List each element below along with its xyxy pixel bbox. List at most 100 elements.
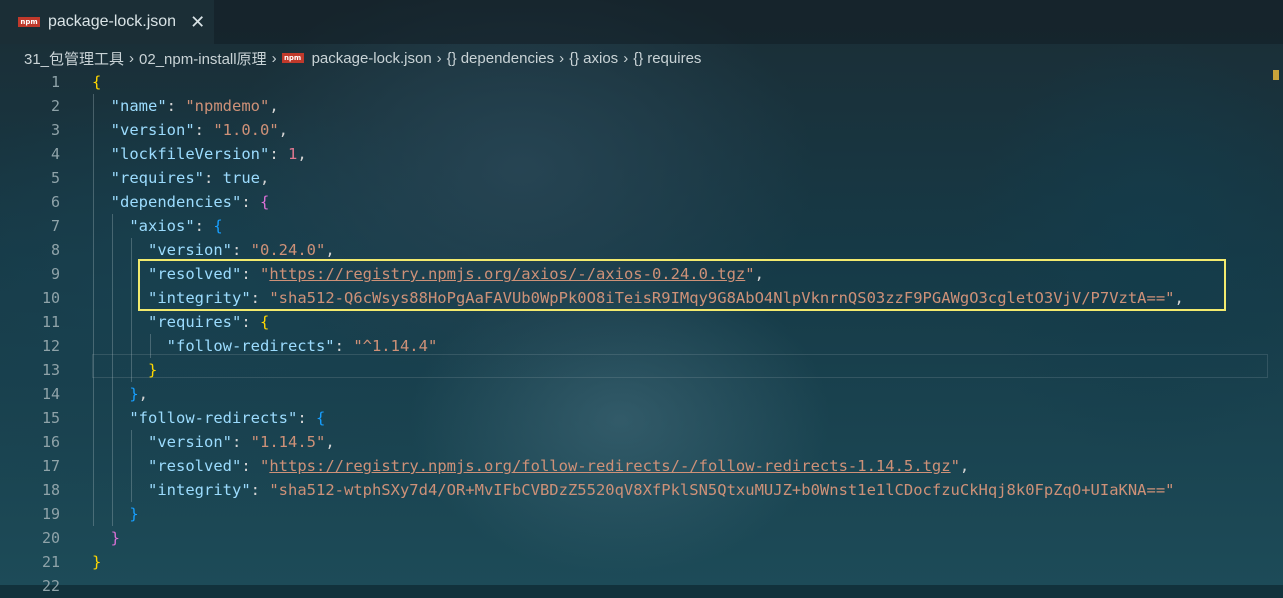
breadcrumb-item-dependencies[interactable]: dependencies [461,50,554,67]
code-token: " [950,457,960,475]
code-line[interactable]: 2 "name": "npmdemo", [0,94,1283,118]
code-token: : [269,145,288,163]
code-token: : [250,289,270,307]
code-token: : [297,409,316,427]
code-token: : [204,169,223,187]
breadcrumb-item-subfolder[interactable]: 02_npm-install原理 [139,48,267,69]
code-text: "axios": { [92,214,222,238]
line-number: 8 [50,241,60,259]
tab-package-lock[interactable]: npm package-lock.json ✕ [0,0,214,44]
code-token: "^1.14.4" [353,337,438,355]
object-icon: {} [446,49,457,67]
code-token: "1.0.0" [213,121,279,139]
code-token: "integrity" [148,481,251,499]
chevron-right-icon: › [623,49,629,67]
code-line[interactable]: 20 } [0,526,1283,550]
code-line[interactable]: 14 }, [0,382,1283,406]
code-token: "sha512-Q6cWsys88HoPgAaFAVUb0WpPk0O8iTei… [269,289,1175,307]
code-line[interactable]: 3 "version": "1.0.0", [0,118,1283,142]
code-text: "version": "0.24.0", [92,238,335,262]
code-text: "name": "npmdemo", [92,94,279,118]
line-number: 16 [41,433,60,451]
code-token: "version" [148,433,232,451]
chevron-right-icon: › [436,49,442,67]
code-line[interactable]: 19 } [0,502,1283,526]
code-token: : [232,433,251,451]
code-token: , [325,241,335,259]
code-line[interactable]: 16 "version": "1.14.5", [0,430,1283,454]
code-token: } [129,505,139,523]
code-token: : [166,97,186,115]
code-line[interactable]: 21} [0,550,1283,574]
code-line[interactable]: 9 "resolved": "https://registry.npmjs.or… [0,262,1283,286]
tab-bar: npm package-lock.json ✕ [0,0,1283,44]
line-number: 10 [41,289,60,307]
code-token: , [269,97,279,115]
code-token: : [194,217,214,235]
code-line[interactable]: 6 "dependencies": { [0,190,1283,214]
code-token: "lockfileVersion" [110,145,270,163]
code-token: "0.24.0" [250,241,326,259]
code-token: "integrity" [148,289,251,307]
line-number: 11 [41,313,60,331]
code-line[interactable]: 18 "integrity": "sha512-wtphSXy7d4/OR+Mv… [0,478,1283,502]
code-token: : [250,481,270,499]
code-token: : [241,313,260,331]
code-line[interactable]: 7 "axios": { [0,214,1283,238]
code-line[interactable]: 5 "requires": true, [0,166,1283,190]
breadcrumb-item-folder[interactable]: 31_包管理工具 [24,48,124,69]
code-line[interactable]: 1{ [0,70,1283,94]
code-line[interactable]: 8 "version": "0.24.0", [0,238,1283,262]
breadcrumb-item-file[interactable]: package-lock.json [312,50,432,67]
code-token: , [754,265,764,283]
line-number: 9 [50,265,60,283]
code-token: "npmdemo" [185,97,270,115]
code-token: , [138,385,149,403]
code-token: } [110,529,121,547]
code-token: "axios" [129,217,195,235]
code-token: "1.14.5" [250,433,326,451]
code-line[interactable]: 13 } [0,358,1283,382]
breadcrumb-item-requires[interactable]: requires [647,50,701,67]
code-text: } [92,358,157,382]
code-editor[interactable]: 1{2 "name": "npmdemo", 3 "version": "1.0.… [0,70,1283,595]
code-token: "dependencies" [110,193,242,211]
code-line[interactable]: 11 "requires": { [0,310,1283,334]
code-text: } [92,526,120,550]
code-token: "requires" [148,313,242,331]
code-line[interactable]: 12 "follow-redirects": "^1.14.4" [0,334,1283,358]
close-icon[interactable]: ✕ [190,12,205,33]
code-line[interactable]: 15 "follow-redirects": { [0,406,1283,430]
code-token: , [297,145,307,163]
code-token: true [222,169,260,187]
tab-title: package-lock.json [48,13,177,30]
code-text: "follow-redirects": "^1.14.4" [92,334,438,358]
code-line[interactable]: 17 "resolved": "https://registry.npmjs.o… [0,454,1283,478]
line-number: 18 [41,481,60,499]
code-token: " [745,265,755,283]
line-number: 14 [41,385,60,403]
code-token: "version" [148,241,232,259]
code-line[interactable]: 22 [0,574,1283,598]
code-token: "resolved" [148,457,242,475]
code-token: "name" [110,97,167,115]
code-line[interactable]: 10 "integrity": "sha512-Q6cWsys88HoPgAaF… [0,286,1283,310]
line-number: 2 [50,97,60,115]
line-number: 12 [41,337,60,355]
code-line[interactable]: 4 "lockfileVersion": 1, [0,142,1283,166]
code-text: "integrity": "sha512-wtphSXy7d4/OR+MvIFb… [92,478,1175,502]
code-token: { [260,313,270,331]
code-token: , [278,121,289,139]
code-token: "sha512-wtphSXy7d4/OR+MvIFbCVBDzZ5520qV8… [269,481,1175,499]
line-number: 19 [41,505,60,523]
breadcrumb-item-axios[interactable]: axios [583,50,618,67]
